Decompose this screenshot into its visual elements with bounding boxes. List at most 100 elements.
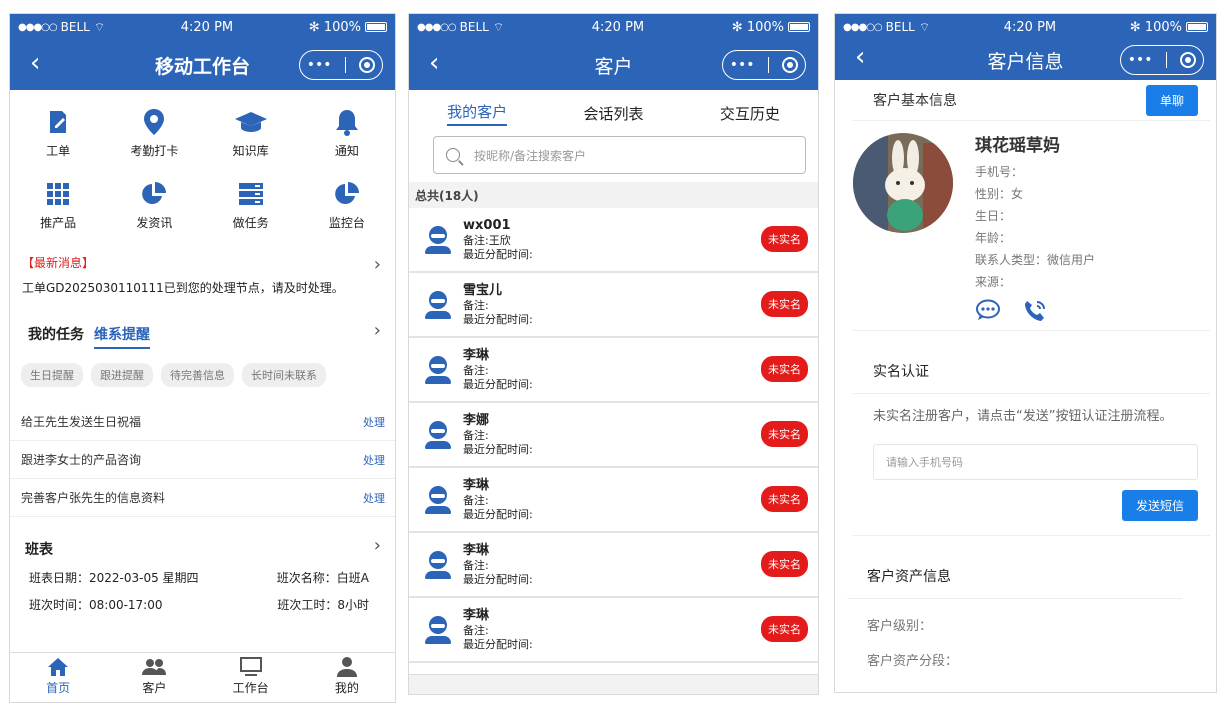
list-item[interactable]: 李琳 备注: 最近分配时间: 未实名 [409, 468, 818, 533]
chevron-right-icon[interactable]: › [374, 254, 381, 275]
list-item[interactable]: 李琳 备注: 最近分配时间: 未实名 [409, 338, 818, 403]
grid-item-knowledge[interactable]: 知识库 [203, 106, 299, 178]
reminder-chips: 生日提醒 跟进提醒 待完善信息 长时间未联系 [10, 363, 395, 387]
chip-birthday[interactable]: 生日提醒 [21, 363, 83, 387]
back-icon[interactable]: ‹ [30, 50, 40, 76]
tab-my-customers[interactable]: 我的客户 [447, 101, 508, 126]
customer-list: wx001 备注:王欣 最近分配时间: 未实名 雪宝儿 备注: 最近分配时间: 未实名 … [409, 208, 818, 663]
bell-icon [299, 106, 395, 138]
users-icon [106, 657, 202, 679]
signal-icon: ●●●○○ [417, 21, 457, 33]
pie-chart-icon [106, 178, 202, 210]
status-badge: 未实名 [761, 356, 808, 382]
close-mini-icon[interactable] [1180, 52, 1197, 68]
status-badge: 未实名 [761, 486, 808, 512]
pie-chart-icon [299, 178, 395, 210]
realname-hint: 未实名注册客户，请点击“发送”按钮认证注册流程。 [873, 409, 1173, 424]
phone-customers: ●●●○○ BELL ⌔ 4:20 PM ✻ 100% ‹ 客户 ••• 我的客户 … [408, 13, 819, 695]
signal-icon: ●●●○○ [18, 21, 58, 33]
close-mini-icon[interactable] [782, 57, 799, 73]
grid-item-workorder[interactable]: 工单 [10, 106, 106, 178]
list-item: 跟进李女士的产品咨询 处理 [10, 441, 395, 479]
tab-my-tasks[interactable]: 我的任务 [28, 324, 84, 349]
news-tag: 【最新消息】 [22, 256, 95, 270]
bluetooth-icon: ✻ [731, 19, 743, 35]
grid-item-monitor[interactable]: 监控台 [299, 178, 395, 250]
grid-item-notice[interactable]: 通知 [299, 106, 395, 178]
schedule-section: › 班表 班表日期：2022-03-05 星期四 班次名称：白班A 班次时间：08… [25, 535, 381, 612]
list-item[interactable]: 李琳 备注: 最近分配时间: 未实名 [409, 598, 818, 663]
user-avatar-icon [425, 550, 451, 579]
asset-card: 客户资产信息 客户级别： 客户资产分段： [847, 554, 1182, 669]
clock: 4:20 PM [180, 19, 234, 35]
tab-customers[interactable]: 客户 [106, 653, 202, 702]
grid-icon [10, 178, 106, 210]
phone-number-input[interactable]: 请输入手机号码 [873, 444, 1198, 480]
bluetooth-icon: ✻ [1129, 19, 1141, 35]
message-icon[interactable] [975, 299, 1001, 330]
nav-bar: ‹ 客户 ••• [409, 40, 818, 90]
menu-capsule[interactable]: ••• [299, 50, 383, 80]
list-item[interactable]: 雪宝儿 备注: 最近分配时间: 未实名 [409, 273, 818, 338]
search-icon [446, 148, 460, 162]
chevron-right-icon[interactable]: › [374, 320, 381, 341]
more-icon[interactable]: ••• [730, 57, 755, 73]
list-item[interactable]: 李娜 备注: 最近分配时间: 未实名 [409, 403, 818, 468]
signal-icon: ●●●○○ [843, 21, 883, 33]
bottom-bar [409, 674, 818, 694]
battery-icon [788, 22, 810, 32]
tab-history[interactable]: 交互历史 [720, 103, 780, 124]
user-avatar-icon [425, 355, 451, 384]
phone-call-icon[interactable] [1023, 299, 1047, 330]
home-icon [10, 657, 106, 679]
latest-news[interactable]: › 【最新消息】 工单GD2025030110111已到您的处理节点，请及时处理… [10, 254, 395, 296]
grid-item-attendance[interactable]: 考勤打卡 [106, 106, 202, 178]
grid-item-products[interactable]: 推产品 [10, 178, 106, 250]
battery-label: 100% [323, 19, 361, 35]
total-count: 总共(18人) [409, 182, 818, 208]
basic-info-card: 客户基本信息 单聊 琪花瑶草妈 手机号： 性别：女 生日： 年龄： 联系人类型：… [853, 80, 1210, 331]
chevron-right-icon[interactable]: › [374, 535, 381, 556]
list-item[interactable]: wx001 备注:王欣 最近分配时间: 未实名 [409, 208, 818, 273]
tab-reminders[interactable]: 维系提醒 [94, 324, 150, 349]
search-input[interactable]: 按昵称/备注搜索客户 [433, 136, 806, 174]
user-avatar-icon [425, 225, 451, 254]
chip-followup[interactable]: 跟进提醒 [91, 363, 153, 387]
user-avatar-icon [425, 485, 451, 514]
graduation-cap-icon [203, 106, 299, 138]
tab-me[interactable]: 我的 [299, 653, 395, 702]
list-item[interactable]: 李琳 备注: 最近分配时间: 未实名 [409, 533, 818, 598]
grid-item-news[interactable]: 发资讯 [106, 178, 202, 250]
customer-name: 琪花瑶草妈 [975, 136, 1060, 156]
user-avatar-icon [425, 615, 451, 644]
status-badge: 未实名 [761, 291, 808, 317]
avatar [853, 133, 953, 233]
send-sms-button[interactable]: 发送短信 [1121, 490, 1198, 521]
grid-item-tasks[interactable]: 做任务 [203, 178, 299, 250]
menu-capsule[interactable]: ••• [722, 50, 806, 80]
more-icon[interactable]: ••• [307, 57, 332, 73]
phone-workbench: ●●●○○ BELL ⌔ 4:20 PM ✻ 100% ‹ 移动工作台 ••• 工单… [9, 13, 396, 703]
chat-button[interactable]: 单聊 [1145, 84, 1198, 116]
status-bar: ●●●○○ BELL ⌔ 4:20 PM ✻ 100% [835, 14, 1216, 40]
back-icon[interactable]: ‹ [855, 44, 865, 70]
location-icon [106, 106, 202, 138]
status-badge: 未实名 [761, 551, 808, 577]
menu-capsule[interactable]: ••• [1120, 45, 1204, 75]
realname-card: 实名认证 未实名注册客户，请点击“发送”按钮认证注册流程。 请输入手机号码 发送… [853, 343, 1210, 536]
more-icon[interactable]: ••• [1128, 52, 1153, 68]
close-mini-icon[interactable] [359, 57, 376, 73]
bluetooth-icon: ✻ [308, 19, 320, 35]
handle-link[interactable]: 处理 [363, 490, 385, 506]
tab-sessions[interactable]: 会话列表 [583, 103, 643, 124]
status-bar: ●●●○○ BELL ⌔ 4:20 PM ✻ 100% [10, 14, 395, 40]
handle-link[interactable]: 处理 [363, 414, 385, 430]
chip-incomplete[interactable]: 待完善信息 [161, 363, 234, 387]
chip-long-no-contact[interactable]: 长时间未联系 [242, 363, 326, 387]
battery-icon [1186, 22, 1208, 32]
tab-workbench[interactable]: 工作台 [203, 653, 299, 702]
status-badge: 未实名 [761, 616, 808, 642]
back-icon[interactable]: ‹ [429, 50, 439, 76]
handle-link[interactable]: 处理 [363, 452, 385, 468]
tab-home[interactable]: 首页 [10, 653, 106, 702]
